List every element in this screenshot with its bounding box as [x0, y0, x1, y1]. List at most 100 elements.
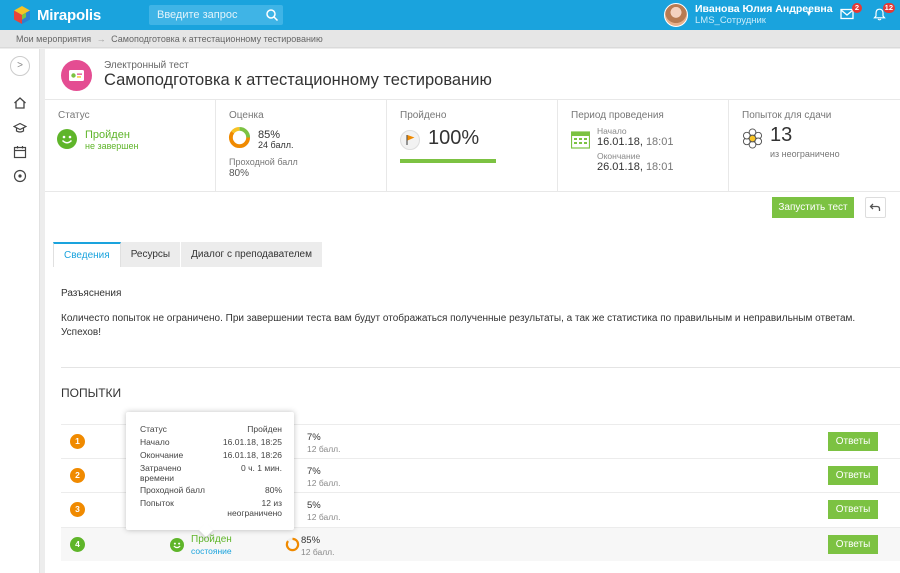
tab-resources[interactable]: Ресурсы: [120, 242, 182, 267]
done-percent: 100%: [428, 127, 480, 149]
tooltip-key: Попыток: [140, 498, 174, 508]
page-subtitle: Электронный тест: [104, 60, 189, 71]
period-start-label: Начало: [597, 126, 627, 136]
status-value: Пройден: [85, 129, 130, 141]
score-points: 24 балл.: [258, 140, 294, 150]
stat-label: Попыток для сдачи: [742, 110, 832, 121]
stat-done: Пройдено 100%: [387, 100, 558, 192]
stat-label: Пройдено: [400, 110, 447, 121]
answers-button[interactable]: Ответы: [828, 432, 878, 451]
test-type-icon: [61, 60, 92, 91]
search-icon[interactable]: [265, 8, 279, 22]
attempt-points: 12 балл.: [301, 547, 335, 557]
tooltip-value: 0 ч. 1 мин.: [241, 463, 282, 473]
breadcrumb-separator: →: [96, 34, 106, 44]
tab-dialog[interactable]: Диалог с преподавателем: [181, 242, 323, 267]
tooltip-value: 16.01.18, 18:25: [222, 437, 282, 447]
search-input[interactable]: [149, 5, 259, 25]
breadcrumb: Мои мероприятия → Самоподготовка к аттес…: [0, 30, 900, 48]
attempt-points: 12 балл.: [307, 512, 341, 522]
pass-score-label: Проходной балл: [229, 157, 298, 167]
divider: [61, 367, 900, 368]
answers-button[interactable]: Ответы: [828, 466, 878, 485]
period-end-date: 26.01.18,: [597, 161, 643, 173]
messages-badge: 2: [852, 3, 862, 13]
period-start-time: 18:01: [645, 136, 674, 148]
score-donut-icon: [285, 537, 300, 552]
calendar-icon[interactable]: [13, 145, 27, 159]
add-circle-icon[interactable]: [13, 169, 27, 183]
undo-icon: [869, 203, 881, 211]
attempts-title: ПОПЫТКИ: [61, 386, 122, 400]
tooltip-key: Окончание: [140, 450, 184, 460]
logo-cube-icon: [14, 6, 30, 24]
pass-score-value: 80%: [229, 168, 250, 179]
period-end-value: 26.01.18, 18:01: [597, 161, 673, 173]
home-icon[interactable]: [13, 96, 27, 110]
tooltip-key: Начало: [140, 437, 170, 447]
notifications-badge: 12: [882, 3, 895, 13]
period-end-time: 18:01: [645, 161, 674, 173]
details-text: Успехов!: [61, 327, 101, 338]
stats-panel: Статус Пройден не завершен Оценка 85% 24…: [45, 99, 900, 192]
table-row: 4 Пройден состояние 85% 12 балл. Ответы: [61, 527, 900, 561]
tries-value: 13: [770, 124, 793, 146]
attempt-number: 3: [70, 502, 85, 517]
tabs: Сведения Ресурсы Диалог с преподавателем: [53, 242, 323, 267]
graduation-cap-icon[interactable]: [13, 121, 27, 135]
smile-icon: [170, 538, 184, 552]
status-sub: не завершен: [85, 141, 139, 151]
attempt-score: 7%: [307, 466, 321, 477]
avatar[interactable]: [664, 3, 688, 27]
top-bar: Mirapolis Иванова Юлия Андреевна LMS_Сот…: [0, 0, 900, 30]
attempt-number: 4: [70, 537, 85, 552]
details-heading: Разъяснения: [61, 288, 122, 299]
flower-icon: [742, 128, 763, 149]
chevron-down-icon[interactable]: ▼: [805, 9, 813, 18]
back-button[interactable]: [865, 197, 886, 218]
search-box: [149, 5, 283, 25]
logo[interactable]: Mirapolis: [12, 5, 101, 25]
attempt-number: 1: [70, 434, 85, 449]
period-start-value: 16.01.18, 18:01: [597, 136, 673, 148]
stat-label: Оценка: [229, 110, 264, 121]
breadcrumb-item[interactable]: Самоподготовка к аттестационному тестиро…: [111, 34, 323, 44]
tooltip-row: Статус Пройден: [140, 424, 282, 436]
stat-period: Период проведения Начало 16.01.18, 18:01…: [558, 100, 729, 192]
details-text: Количесто попыток не ограничено. При зав…: [61, 313, 856, 324]
tooltip-value: Пройден: [247, 424, 282, 434]
tooltip-row: Затрачено времени 0 ч. 1 мин.: [140, 463, 282, 483]
start-test-button[interactable]: Запустить тест: [772, 197, 854, 218]
stat-status: Статус Пройден не завершен: [45, 100, 216, 192]
tries-sub: из неограничено: [770, 149, 840, 159]
tab-details[interactable]: Сведения: [53, 242, 121, 267]
period-end-label: Окончание: [597, 151, 641, 161]
stat-score: Оценка 85% 24 балл. Проходной балл 80%: [216, 100, 387, 192]
attempt-score: 7%: [307, 432, 321, 443]
user-menu[interactable]: Иванова Юлия Андреевна LMS_Сотрудник ▼: [664, 3, 833, 27]
left-rail: >: [0, 49, 40, 573]
tooltip-key: Проходной балл: [140, 485, 205, 495]
answers-button[interactable]: Ответы: [828, 500, 878, 519]
tooltip-row: Попыток 12 из неограничено: [140, 498, 282, 518]
attempt-status: Пройден: [191, 534, 232, 545]
attempt-number: 2: [70, 468, 85, 483]
breadcrumb-item[interactable]: Мои мероприятия: [16, 34, 91, 44]
tooltip-row: Окончание 16.01.18, 18:26: [140, 450, 282, 462]
flag-icon: [400, 130, 420, 150]
tooltip-row: Начало 16.01.18, 18:25: [140, 437, 282, 449]
calendar-icon: [571, 131, 590, 149]
period-start-date: 16.01.18,: [597, 136, 643, 148]
tooltip-row: Проходной балл 80%: [140, 485, 282, 497]
expand-rail-button[interactable]: >: [10, 56, 30, 76]
done-progress-fill: [400, 159, 496, 163]
logo-text: Mirapolis: [37, 6, 102, 24]
messages-button[interactable]: 2: [840, 3, 862, 22]
stat-label: Статус: [58, 110, 90, 121]
attempt-state-link[interactable]: состояние: [191, 546, 232, 556]
notifications-button[interactable]: 12: [873, 3, 895, 22]
smile-icon: [57, 129, 77, 149]
score-donut-icon: [228, 126, 251, 149]
answers-button[interactable]: Ответы: [828, 535, 878, 554]
done-progress-bar: [400, 159, 496, 163]
